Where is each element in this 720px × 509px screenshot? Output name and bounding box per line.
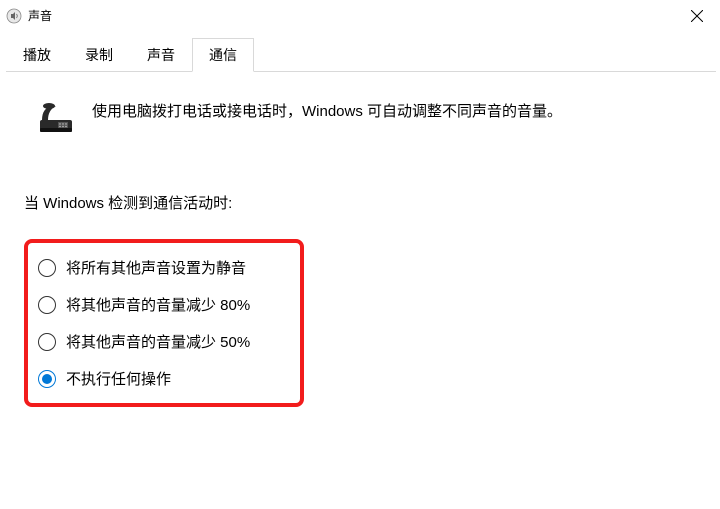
radio-indicator xyxy=(38,296,56,314)
radio-reduce-80[interactable]: 将其他声音的音量减少 80% xyxy=(38,294,290,315)
close-button[interactable] xyxy=(674,0,720,32)
window-title: 声音 xyxy=(28,7,52,24)
radio-indicator xyxy=(38,333,56,351)
tab-communications[interactable]: 通信 xyxy=(192,38,254,72)
radio-indicator xyxy=(38,370,56,388)
radio-indicator xyxy=(38,259,56,277)
tab-label: 播放 xyxy=(23,47,51,63)
tab-playback[interactable]: 播放 xyxy=(6,38,68,72)
radio-label: 将其他声音的音量减少 80% xyxy=(66,294,250,315)
close-icon xyxy=(691,10,703,22)
phone-icon xyxy=(36,98,76,138)
radio-label: 将所有其他声音设置为静音 xyxy=(66,257,246,278)
tab-sounds[interactable]: 声音 xyxy=(130,38,192,72)
tab-label: 声音 xyxy=(147,47,175,63)
tab-label: 通信 xyxy=(209,47,237,63)
radio-do-nothing[interactable]: 不执行任何操作 xyxy=(38,368,290,389)
radio-label: 将其他声音的音量减少 50% xyxy=(66,331,250,352)
section-label: 当 Windows 检测到通信活动时: xyxy=(24,192,696,213)
sound-app-icon xyxy=(6,8,22,24)
radio-label: 不执行任何操作 xyxy=(66,368,171,389)
description-text: 使用电脑拨打电话或接电话时，Windows 可自动调整不同声音的音量。 xyxy=(92,98,562,125)
radio-reduce-50[interactable]: 将其他声音的音量减少 50% xyxy=(38,331,290,352)
description-row: 使用电脑拨打电话或接电话时，Windows 可自动调整不同声音的音量。 xyxy=(36,98,696,138)
radio-group-highlighted: 将所有其他声音设置为静音 将其他声音的音量减少 80% 将其他声音的音量减少 5… xyxy=(24,239,304,407)
titlebar-left: 声音 xyxy=(6,7,52,24)
tabstrip: 播放 录制 声音 通信 xyxy=(0,32,720,72)
tab-recording[interactable]: 录制 xyxy=(68,38,130,72)
radio-mute-all[interactable]: 将所有其他声音设置为静音 xyxy=(38,257,290,278)
tab-content: 使用电脑拨打电话或接电话时，Windows 可自动调整不同声音的音量。 当 Wi… xyxy=(0,72,720,407)
titlebar: 声音 xyxy=(0,0,720,32)
tab-label: 录制 xyxy=(85,47,113,63)
